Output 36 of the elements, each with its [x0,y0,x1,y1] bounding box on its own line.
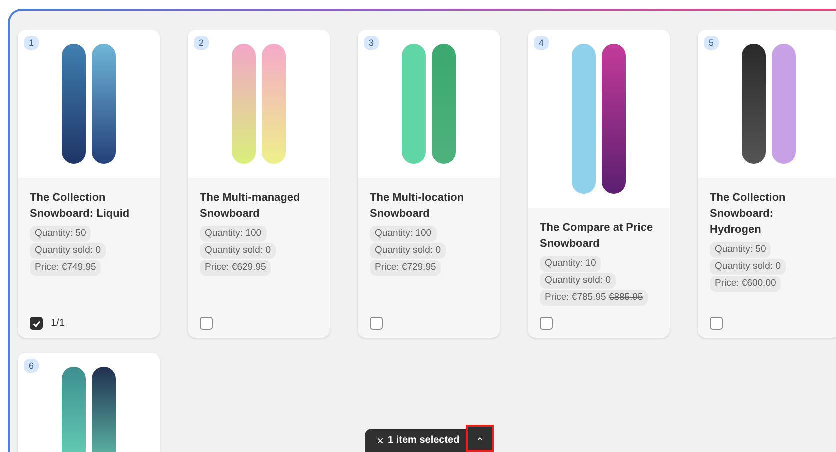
select-checkbox[interactable] [540,317,553,330]
position-number: 2 [194,36,210,50]
price-label: Price: €600.00 [710,276,782,292]
check-icon [32,318,42,328]
product-title: The Compare at Price Snowboard [540,221,654,252]
product-title: The Collection Snowboard: Hydrogen [710,191,787,238]
quantity-sold-label: Quantity sold: 0 [540,273,616,289]
position-number: 6 [24,359,40,373]
quantity-sold-label: Quantity sold: 0 [710,259,786,275]
position-number: 1 [24,36,40,50]
price-label: Price: €729.95 [370,260,442,276]
quantity-sold-label: Quantity sold: 0 [30,243,106,259]
product-title: The Collection Snowboard: Liquid [30,191,131,222]
select-checkbox[interactable] [710,317,723,330]
quantity-label: Quantity: 100 [200,226,267,242]
select-checkbox[interactable] [370,317,383,330]
expand-button[interactable]: ⌃ [466,425,494,452]
quantity-label: Quantity: 50 [30,226,92,242]
price-label: Price: €749.95 [30,260,102,276]
position-number: 3 [364,36,380,50]
product-title: The Multi-managed Snowboard [200,191,302,222]
quantity-label: Quantity: 50 [710,242,772,258]
variant-count: 1/1 [51,318,65,329]
position-number: 5 [704,36,720,50]
quantity-sold-label: Quantity sold: 0 [370,243,446,259]
select-checkbox[interactable] [200,317,213,330]
quantity-label: Quantity: 10 [540,256,602,272]
select-checkbox[interactable] [30,317,43,330]
price-label: Price: €629.95 [200,260,272,276]
close-button[interactable]: × [373,434,388,448]
quantity-label: Quantity: 100 [370,226,437,242]
selection-count: 1 item selected [388,435,461,446]
price-label: Price: €785.95 €885.95 [540,290,648,306]
product-title: The Multi-location Snowboard [370,191,466,222]
position-number: 4 [534,36,550,50]
quantity-sold-label: Quantity sold: 0 [200,243,276,259]
